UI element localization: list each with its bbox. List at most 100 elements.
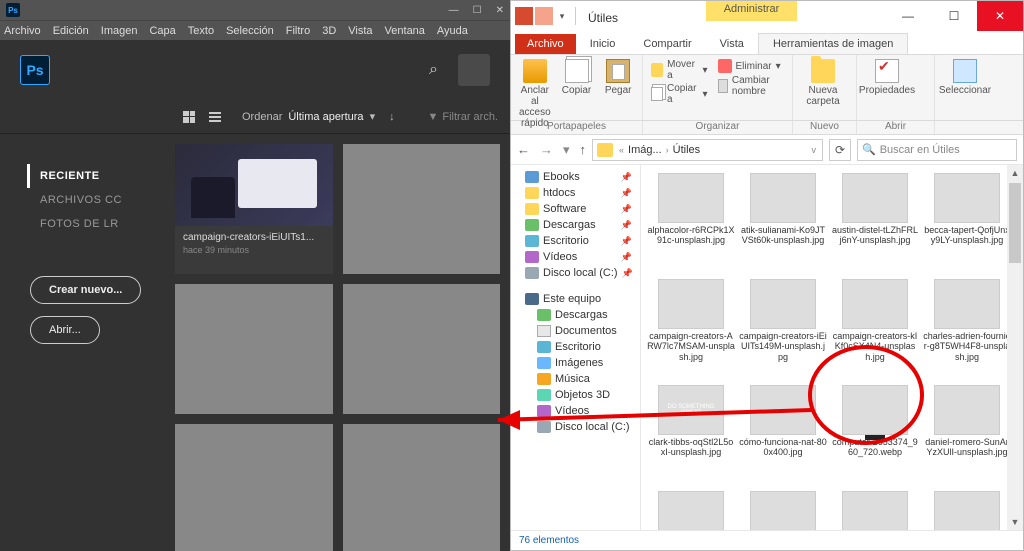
open-button[interactable]: Abrir... (30, 316, 100, 344)
file-item[interactable]: Dollarphotoclub_65166982-2-1600 (739, 489, 827, 530)
file-item[interactable]: atik-sulianami-Ko9JTVSt60k-unsplash.jpg (739, 171, 827, 273)
menu-capa[interactable]: Capa (149, 25, 175, 37)
scroll-up-icon[interactable]: ▲ (1007, 165, 1023, 181)
tree-node[interactable]: Música (511, 371, 640, 387)
file-item[interactable]: cómo-funciona-nat-800x400.jpg (739, 383, 827, 485)
tree-node[interactable]: Documentos (511, 323, 640, 339)
minimize-icon[interactable]: — (885, 1, 931, 31)
sort-value[interactable]: Última apertura (288, 111, 363, 123)
empty-slot[interactable] (175, 284, 333, 414)
file-pane[interactable]: alphacolor-r6RCPk1X91c-unsplash.jpgatik-… (641, 165, 1023, 530)
refresh-icon[interactable]: ⟳ (829, 139, 851, 161)
copy-button[interactable]: Copiar (561, 59, 593, 96)
menu-vista[interactable]: Vista (348, 25, 372, 37)
tree-node[interactable]: Escritorio (511, 339, 640, 355)
list-view-icon[interactable] (206, 108, 224, 126)
copy-to-button[interactable]: Copiar a▾ (651, 83, 708, 105)
tree-node[interactable]: Objetos 3D (511, 387, 640, 403)
tree-node[interactable]: Disco local (C:) (511, 419, 640, 435)
menu-imagen[interactable]: Imagen (101, 25, 138, 37)
tree-node[interactable]: htdocs📌 (511, 185, 640, 201)
qat-icon[interactable] (535, 7, 553, 25)
recent-file-card[interactable]: campaign-creators-iEiUITs1... hace 39 mi… (175, 144, 333, 274)
menu-3d[interactable]: 3D (322, 25, 336, 37)
empty-slot[interactable] (175, 424, 333, 551)
nav-up-icon[interactable]: ↑ (580, 142, 587, 158)
properties-button[interactable]: Propiedades (865, 59, 909, 96)
maximize-icon[interactable]: ☐ (931, 1, 977, 31)
tree-node[interactable]: Este equipo (511, 291, 640, 307)
tab-herramientas-imagen[interactable]: Herramientas de imagen (758, 33, 908, 54)
file-item[interactable]: austin-distel-tLZhFRLj6nY-unsplash.jpg (831, 171, 919, 273)
tree-node[interactable]: Imágenes (511, 355, 640, 371)
nav-history-icon[interactable]: ▾ (563, 142, 570, 158)
new-folder-button[interactable]: Nueva carpeta (801, 59, 845, 107)
file-item[interactable]: campaign-creators-kIKf0cSX4N4-unsplash.j… (831, 277, 919, 379)
tab-vista[interactable]: Vista (706, 34, 758, 54)
user-avatar[interactable] (458, 54, 490, 86)
menu-ventana[interactable]: Ventana (385, 25, 425, 37)
search-icon[interactable]: ⌕ (429, 61, 438, 79)
tree-node[interactable]: Descargas📌 (511, 217, 640, 233)
tree-node[interactable]: Ebooks📌 (511, 169, 640, 185)
file-item[interactable]: edho-pratama-T6fDN60bMWY-u (923, 489, 1011, 530)
tab-fotos-lr[interactable]: FOTOS DE LR (30, 212, 175, 236)
file-item[interactable]: alphacolor-r6RCPk1X91c-unsplash.jpg (647, 171, 735, 273)
tab-compartir[interactable]: Compartir (629, 34, 705, 54)
maximize-icon[interactable]: ☐ (473, 5, 482, 16)
pin-button[interactable]: Anclar al acceso rápido (519, 59, 551, 129)
tab-inicio[interactable]: Inicio (576, 34, 630, 54)
scrollbar[interactable]: ▲ ▼ (1007, 165, 1023, 530)
nav-forward-icon[interactable]: → (540, 142, 553, 158)
menu-archivo[interactable]: Archivo (4, 25, 41, 37)
menu-edicion[interactable]: Edición (53, 25, 89, 37)
context-tab-administrar[interactable]: Administrar (706, 1, 798, 21)
tree-node[interactable]: Software📌 (511, 201, 640, 217)
close-icon[interactable]: ✕ (496, 5, 504, 16)
path-segment[interactable]: Imág... (628, 144, 662, 156)
file-item[interactable]: edho-pratama-T6fDN60bMWY-u (831, 489, 919, 530)
select-button[interactable]: Seleccionar (943, 59, 987, 96)
file-item[interactable]: campaign-creators-iEiUITs149M-unsplash.j… (739, 277, 827, 379)
file-item[interactable]: campaign-creators-ARW7lc7MSAM-unsplash.j… (647, 277, 735, 379)
chevron-down-icon[interactable]: ▾ (555, 11, 569, 22)
path-segment[interactable]: Útiles (673, 144, 701, 156)
chevron-down-icon[interactable]: ▾ (370, 110, 376, 123)
qat-icon[interactable] (515, 7, 533, 25)
nav-back-icon[interactable]: ← (517, 142, 530, 158)
tab-archivos-cc[interactable]: ARCHIVOS CC (30, 188, 175, 212)
close-icon[interactable]: ✕ (977, 1, 1023, 31)
minimize-icon[interactable]: — (449, 5, 459, 16)
filter-button[interactable]: ▼Filtrar arch. (427, 111, 498, 123)
menu-seleccion[interactable]: Selección (226, 25, 274, 37)
rename-button[interactable]: Cambiar nombre (718, 75, 785, 97)
file-item[interactable]: daniel-romero-SunArYzXUlI-unsplash.jpg (923, 383, 1011, 485)
scrollbar-thumb[interactable] (1009, 183, 1021, 263)
tree-node[interactable]: Vídeos (511, 403, 640, 419)
sort-direction-icon[interactable]: ↓ (389, 111, 395, 123)
address-bar[interactable]: « Imág... › Útiles v (592, 139, 823, 161)
menu-texto[interactable]: Texto (188, 25, 214, 37)
scroll-down-icon[interactable]: ▼ (1007, 514, 1023, 530)
tree-node[interactable]: Disco local (C:)📌 (511, 265, 640, 281)
menu-filtro[interactable]: Filtro (286, 25, 310, 37)
empty-slot[interactable] (343, 284, 501, 414)
file-item[interactable]: Desktop-Computer-PNG-File.png (647, 489, 735, 530)
delete-button[interactable]: Eliminar▾ (718, 59, 785, 73)
tree-node[interactable]: Vídeos📌 (511, 249, 640, 265)
tree-node[interactable]: Descargas (511, 307, 640, 323)
menu-ayuda[interactable]: Ayuda (437, 25, 468, 37)
move-to-button[interactable]: Mover a▾ (651, 59, 708, 81)
search-input[interactable]: 🔍 Buscar en Útiles (857, 139, 1017, 161)
empty-slot[interactable] (343, 424, 501, 551)
paste-button[interactable]: Pegar (602, 59, 634, 96)
nav-tree[interactable]: Ebooks📌htdocs📌Software📌Descargas📌Escrito… (511, 165, 641, 530)
tree-node[interactable]: Escritorio📌 (511, 233, 640, 249)
empty-slot[interactable] (343, 144, 501, 274)
file-item[interactable]: computer-2653374_960_720.webp (831, 383, 919, 485)
grid-view-icon[interactable] (180, 108, 198, 126)
tab-archivo[interactable]: Archivo (515, 34, 576, 54)
create-new-button[interactable]: Crear nuevo... (30, 276, 141, 304)
tab-reciente[interactable]: RECIENTE (27, 164, 175, 188)
file-item[interactable]: becca-tapert-QofjUnxy9LY-unsplash.jpg (923, 171, 1011, 273)
